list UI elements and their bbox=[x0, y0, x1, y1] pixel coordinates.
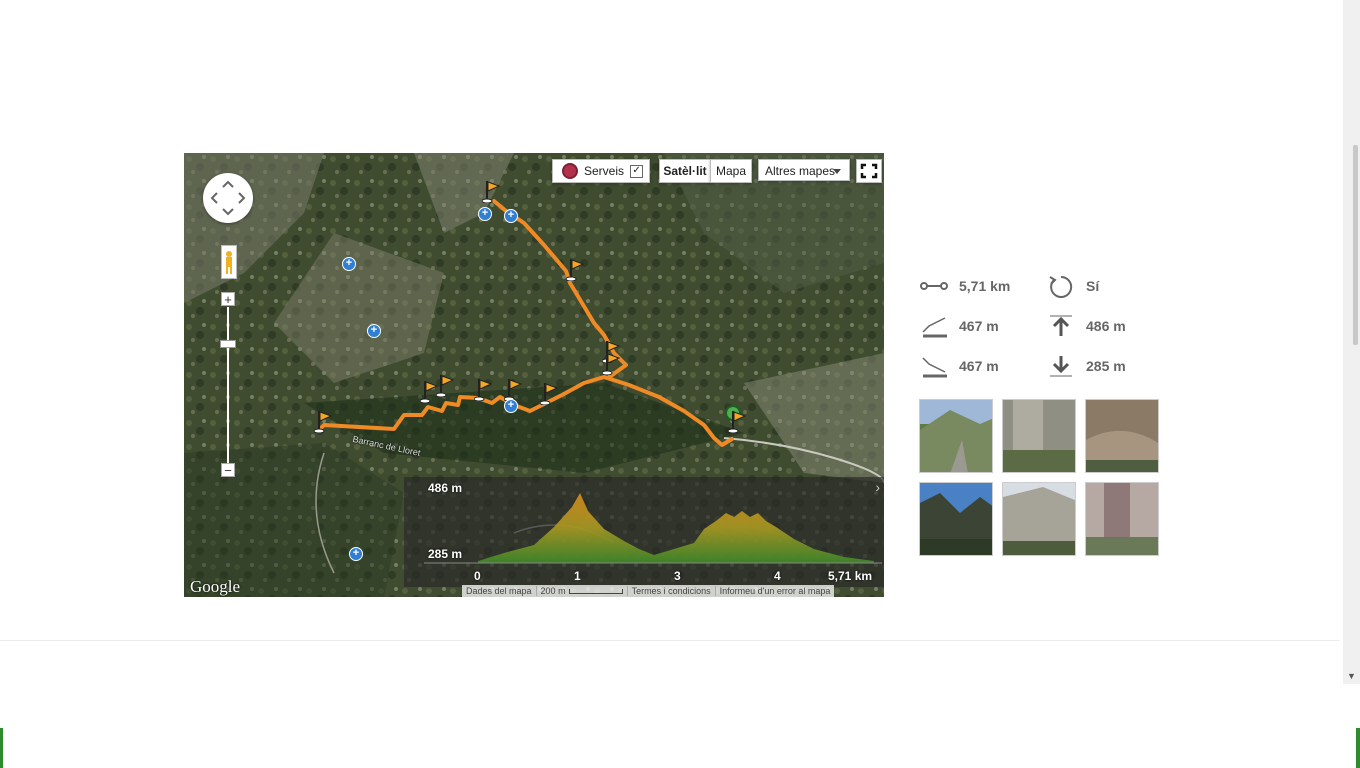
poi-plus-icon[interactable]: + bbox=[478, 207, 492, 221]
poi-plus-icon[interactable]: + bbox=[367, 324, 381, 338]
waypoint-flag-icon[interactable] bbox=[436, 373, 456, 397]
photo-thumbnail[interactable] bbox=[1085, 399, 1159, 473]
waypoint-flag-icon[interactable] bbox=[540, 381, 560, 405]
elevation-x-tick: 4 bbox=[774, 569, 781, 583]
google-logo: Google bbox=[190, 577, 241, 596]
loop-value: Sí bbox=[1086, 278, 1100, 294]
zoom-slider-handle[interactable] bbox=[220, 340, 236, 348]
scale-label: 200 m bbox=[540, 586, 566, 596]
elevation-loss-value: 285 m bbox=[1086, 358, 1126, 374]
poi-plus-icon[interactable]: + bbox=[504, 209, 518, 223]
stat-max-altitude: 467 m bbox=[919, 314, 999, 338]
photo-thumbnail[interactable] bbox=[919, 399, 993, 473]
max-altitude-icon bbox=[922, 317, 947, 338]
map-data-link[interactable]: Dades del mapa bbox=[462, 586, 537, 596]
loop-icon bbox=[1049, 275, 1073, 298]
services-label: Serveis bbox=[584, 164, 625, 178]
report-error-link[interactable]: Informeu d'un error al mapa bbox=[716, 586, 835, 596]
zoom-in-button[interactable]: + bbox=[221, 292, 235, 306]
start-end-marker-icon[interactable] bbox=[724, 403, 748, 433]
elevation-gain-value: 486 m bbox=[1086, 318, 1126, 334]
scale-indicator: 200 m bbox=[537, 586, 628, 596]
services-checkbox[interactable]: ✓ bbox=[630, 164, 644, 178]
waypoint-flag-icon[interactable] bbox=[602, 351, 622, 375]
photo-thumbnail[interactable] bbox=[919, 482, 993, 556]
services-icon bbox=[562, 163, 578, 179]
stat-elevation-loss: 285 m bbox=[1046, 354, 1126, 378]
arrow-down-icon bbox=[1050, 356, 1072, 377]
scroll-down-arrow-icon[interactable]: ▼ bbox=[1343, 668, 1360, 684]
chevron-right-icon[interactable]: › bbox=[875, 479, 880, 495]
route-map[interactable]: + + + + + + Barranc de Lloret Serveis ✓ … bbox=[184, 153, 884, 597]
stat-distance: 5,71 km bbox=[919, 274, 1010, 298]
distance-icon bbox=[920, 282, 948, 290]
map-attribution: Dades del mapa 200 m Termes i condicions… bbox=[462, 585, 835, 597]
stat-elevation-gain: 486 m bbox=[1046, 314, 1126, 338]
waypoint-flag-icon[interactable] bbox=[314, 409, 334, 433]
min-altitude-value: 467 m bbox=[959, 358, 999, 374]
elevation-min-label: 285 m bbox=[428, 547, 463, 561]
photo-thumbnail[interactable] bbox=[1002, 399, 1076, 473]
pan-control-icon bbox=[210, 180, 246, 216]
max-altitude-value: 467 m bbox=[959, 318, 999, 334]
stat-loop: Sí bbox=[1046, 274, 1099, 298]
elevation-x-tick: 0 bbox=[474, 569, 481, 583]
terms-link[interactable]: Termes i condicions bbox=[628, 586, 716, 596]
arrow-up-icon bbox=[1050, 315, 1072, 336]
poi-plus-icon[interactable]: + bbox=[349, 547, 363, 561]
elevation-x-tick: 1 bbox=[574, 569, 581, 583]
waypoint-flag-icon[interactable] bbox=[504, 377, 524, 401]
other-maps-dropdown[interactable]: Altres mapes bbox=[758, 159, 850, 181]
pegman-icon bbox=[226, 251, 232, 274]
photo-thumbnail[interactable] bbox=[1002, 482, 1076, 556]
min-altitude-icon bbox=[922, 357, 947, 378]
page-divider bbox=[0, 640, 1340, 641]
map-button[interactable]: Mapa bbox=[710, 159, 752, 183]
other-maps-label: Altres mapes bbox=[765, 164, 836, 178]
elevation-x-tick: 5,71 km bbox=[828, 569, 873, 583]
poi-plus-icon[interactable]: + bbox=[504, 399, 518, 413]
elevation-max-label: 486 m bbox=[428, 481, 463, 495]
distance-value: 5,71 km bbox=[959, 278, 1011, 294]
poi-plus-icon[interactable]: + bbox=[342, 257, 356, 271]
stat-min-altitude: 467 m bbox=[919, 354, 999, 378]
waypoint-flag-icon[interactable] bbox=[566, 257, 586, 281]
fullscreen-button[interactable] bbox=[856, 159, 882, 183]
scrollbar-thumb[interactable] bbox=[1353, 145, 1358, 345]
pan-control[interactable] bbox=[203, 173, 253, 223]
photo-thumbnail[interactable] bbox=[1085, 482, 1159, 556]
window-edge bbox=[0, 728, 3, 768]
zoom-out-button[interactable]: − bbox=[221, 463, 235, 477]
satellite-button[interactable]: Satèl·lit bbox=[659, 159, 711, 183]
waypoint-flag-icon[interactable] bbox=[474, 377, 494, 401]
pegman-button[interactable] bbox=[221, 245, 237, 279]
waypoint-flag-icon[interactable] bbox=[482, 179, 502, 203]
fullscreen-icon bbox=[860, 163, 878, 179]
elevation-profile[interactable]: 486 m 285 m 0 1 3 4 5,71 km › bbox=[404, 477, 884, 587]
elevation-x-tick: 3 bbox=[674, 569, 681, 583]
zoom-slider-track[interactable] bbox=[227, 307, 229, 467]
services-toggle[interactable]: Serveis ✓ bbox=[552, 159, 650, 183]
window-edge bbox=[1356, 728, 1360, 768]
chevron-down-icon bbox=[833, 169, 841, 174]
